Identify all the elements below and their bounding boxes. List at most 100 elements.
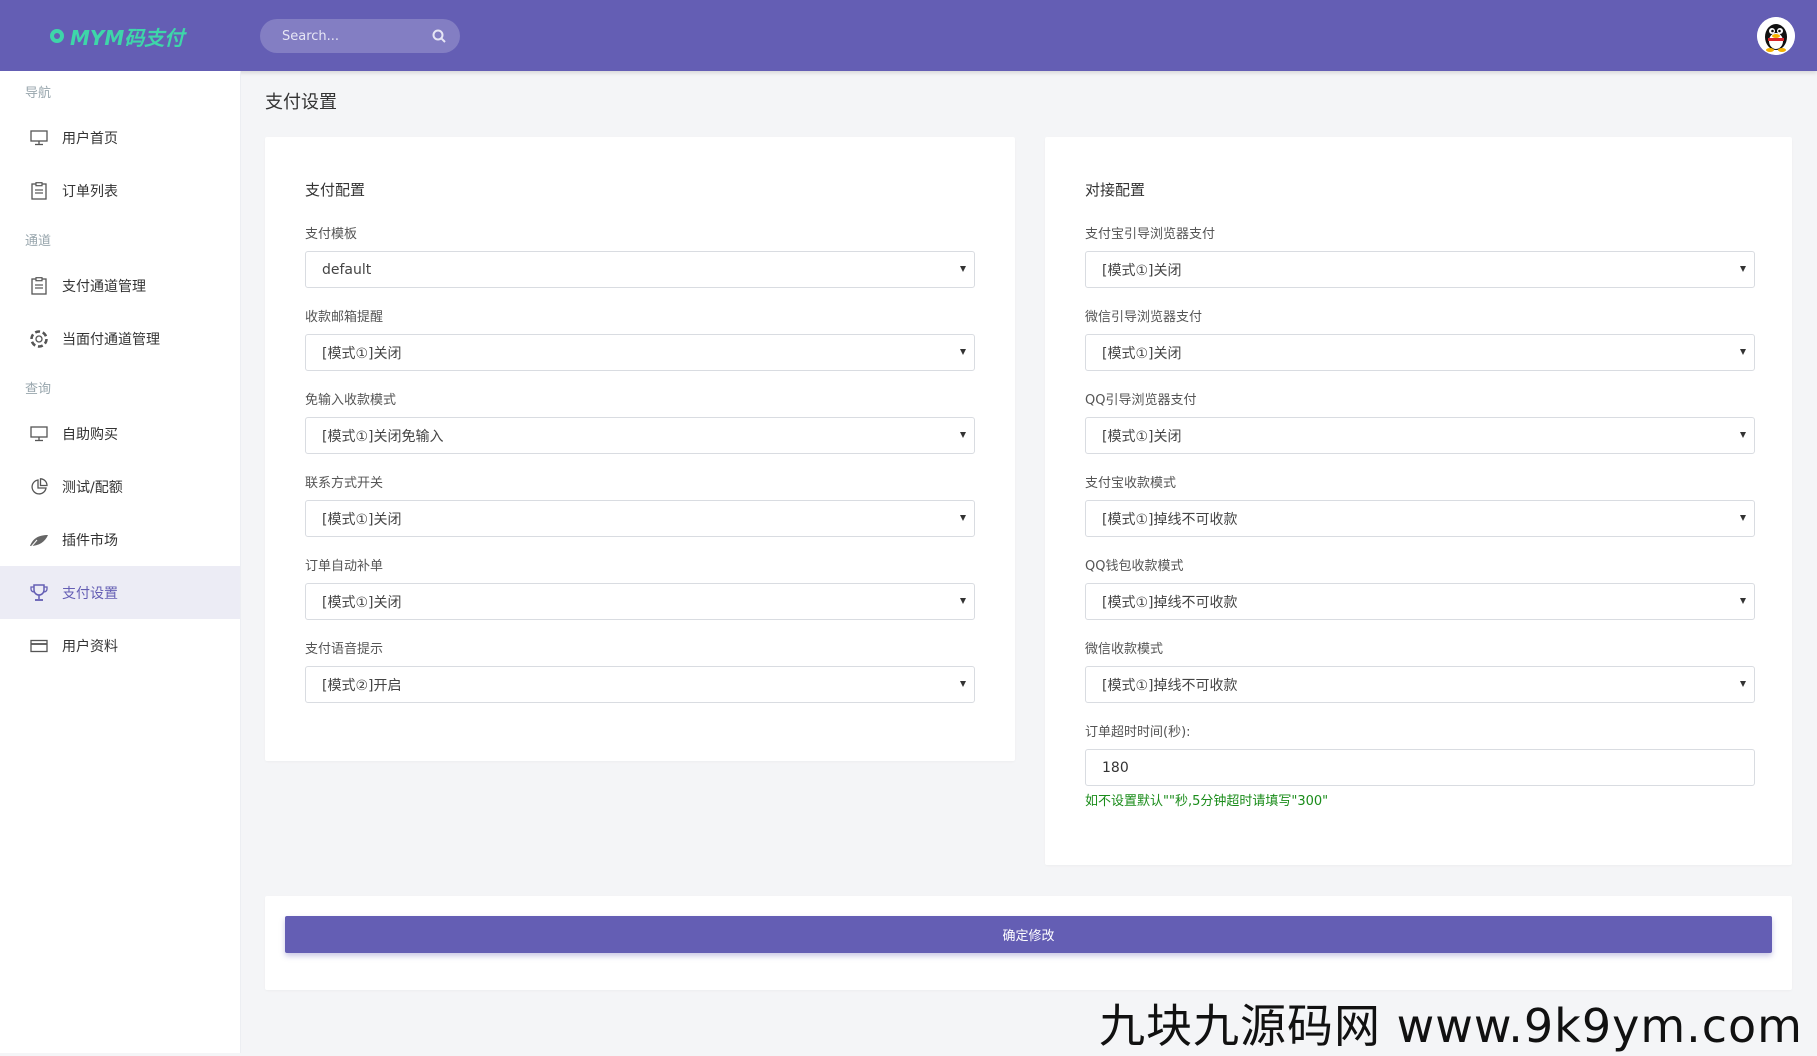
no-input-mode-select[interactable]: [模式①]关闭免输入 [305,417,975,454]
sidebar: 导航 用户首页 订单列表 通道 支付通道管理 当面付通道管理 查询 自助购买 测… [0,71,241,1053]
select-value: [模式①]掉线不可收款 [1102,677,1238,694]
wechat-receive-mode-select[interactable]: [模式①]掉线不可收款 [1085,666,1755,703]
qq-wallet-receive-mode-select[interactable]: [模式①]掉线不可收款 [1085,583,1755,620]
form-field: 支付语音提示 [模式②]开启 [305,640,975,723]
search-icon[interactable] [432,28,446,47]
sidebar-item-user-profile[interactable]: 用户资料 [0,619,240,672]
clipboard-icon [28,180,50,202]
sidebar-item-label: 自助购买 [62,426,118,443]
clipboard-icon [28,275,50,297]
sidebar-item-label: 插件市场 [62,532,118,549]
pay-template-select[interactable]: default [305,251,975,288]
caret-down-icon [960,598,966,604]
logo-text: MYM码支付 [70,25,185,50]
form-field: QQ钱包收款模式 [模式①]掉线不可收款 [1085,557,1755,640]
caret-down-icon [1740,432,1746,438]
dock-config-card: 对接配置 支付宝引导浏览器支付 [模式①]关闭 微信引导浏览器支付 [模式①]关… [1045,137,1792,865]
select-value: [模式①]关闭免输入 [322,428,444,445]
voice-prompt-select[interactable]: [模式②]开启 [305,666,975,703]
field-label: 收款邮箱提醒 [305,310,384,325]
alipay-receive-mode-select[interactable]: [模式①]掉线不可收款 [1085,500,1755,537]
sidebar-item-test-quota[interactable]: 测试/配额 [0,460,240,513]
select-value: [模式②]开启 [322,677,402,694]
field-label: QQ钱包收款模式 [1085,559,1184,574]
monitor-icon [28,423,50,445]
timeout-hint: 如不设置默认""秒,5分钟超时请填写"300" [1085,794,1329,809]
caret-down-icon [960,681,966,687]
caret-down-icon [960,266,966,272]
sidebar-item-label: 用户资料 [62,638,118,655]
pay-config-card: 支付配置 支付模板 default 收款邮箱提醒 [模式①]关闭 免输入收款模式… [265,137,1015,761]
sidebar-item-self-purchase[interactable]: 自助购买 [0,407,240,460]
form-field: 支付宝收款模式 [模式①]掉线不可收款 [1085,474,1755,557]
form-field: QQ引导浏览器支付 [模式①]关闭 [1085,391,1755,474]
sidebar-item-order-list[interactable]: 订单列表 [0,164,240,217]
field-label: QQ引导浏览器支付 [1085,393,1197,408]
logo[interactable]: MYM码支付 [50,22,184,50]
sidebar-item-label: 订单列表 [62,183,118,200]
select-value: [模式①]关闭 [322,511,402,528]
nav-section-title: 通道 [25,233,52,249]
logo-icon [50,29,64,43]
sidebar-item-channel-manage[interactable]: 支付通道管理 [0,259,240,312]
sidebar-item-pay-settings[interactable]: 支付设置 [0,566,240,619]
alipay-browser-guide-select[interactable]: [模式①]关闭 [1085,251,1755,288]
select-value: [模式①]掉线不可收款 [1102,594,1238,611]
search-box [260,19,460,53]
field-label: 支付语音提示 [305,642,384,657]
nav-section-title: 导航 [25,85,52,101]
field-label: 微信收款模式 [1085,642,1164,657]
sidebar-item-plugin-market[interactable]: 插件市场 [0,513,240,566]
qq-browser-guide-select[interactable]: [模式①]关闭 [1085,417,1755,454]
select-value: [模式①]关闭 [1102,262,1182,279]
sidebar-item-label: 支付通道管理 [62,278,146,295]
field-label: 订单超时时间(秒): [1085,725,1191,740]
penguin-avatar-icon [1757,17,1795,55]
confirm-submit-button[interactable]: 确定修改 [285,916,1772,953]
auto-reissue-select[interactable]: [模式①]关闭 [305,583,975,620]
card-title: 支付配置 [305,181,366,199]
form-field: 订单自动补单 [模式①]关闭 [305,557,975,640]
form-field: 支付宝引导浏览器支付 [模式①]关闭 [1085,225,1755,308]
monitor-icon [28,127,50,149]
leaf-icon [28,529,50,551]
caret-down-icon [1740,598,1746,604]
form-field: 联系方式开关 [模式①]关闭 [305,474,975,557]
select-value: [模式①]掉线不可收款 [1102,511,1238,528]
caret-down-icon [960,349,966,355]
email-reminder-select[interactable]: [模式①]关闭 [305,334,975,371]
sidebar-item-label: 当面付通道管理 [62,331,160,348]
select-value: [模式①]关闭 [1102,345,1182,362]
form-field: 微信引导浏览器支付 [模式①]关闭 [1085,308,1755,391]
select-value: [模式①]关闭 [322,594,402,611]
form-field: 支付模板 default [305,225,975,308]
sidebar-item-label: 用户首页 [62,130,118,147]
field-label: 支付模板 [305,227,358,242]
contact-switch-select[interactable]: [模式①]关闭 [305,500,975,537]
pie-chart-icon [28,476,50,498]
select-value: [模式①]关闭 [1102,428,1182,445]
order-timeout-input[interactable]: 180 [1085,749,1755,786]
field-label: 免输入收款模式 [305,393,397,408]
caret-down-icon [1740,266,1746,272]
sidebar-item-f2f-channel-manage[interactable]: 当面付通道管理 [0,312,240,365]
wechat-browser-guide-select[interactable]: [模式①]关闭 [1085,334,1755,371]
search-input[interactable] [280,27,434,45]
field-label: 微信引导浏览器支付 [1085,310,1203,325]
input-value: 180 [1102,759,1129,776]
top-header: MYM码支付 [0,0,1817,71]
lifebuoy-icon [28,328,50,350]
form-field: 收款邮箱提醒 [模式①]关闭 [305,308,975,391]
form-field: 微信收款模式 [模式①]掉线不可收款 [1085,640,1755,723]
caret-down-icon [1740,681,1746,687]
form-field: 订单超时时间(秒): 180 如不设置默认""秒,5分钟超时请填写"300" [1085,723,1755,809]
field-label: 联系方式开关 [305,476,384,491]
trophy-icon [28,582,50,604]
dock-config-form: 支付宝引导浏览器支付 [模式①]关闭 微信引导浏览器支付 [模式①]关闭 QQ引… [1085,225,1755,809]
avatar[interactable] [1757,17,1795,55]
select-value: default [322,261,372,278]
field-label: 支付宝收款模式 [1085,476,1177,491]
card-title: 对接配置 [1085,181,1146,199]
sidebar-item-user-home[interactable]: 用户首页 [0,111,240,164]
sidebar-item-label: 支付设置 [62,585,118,602]
